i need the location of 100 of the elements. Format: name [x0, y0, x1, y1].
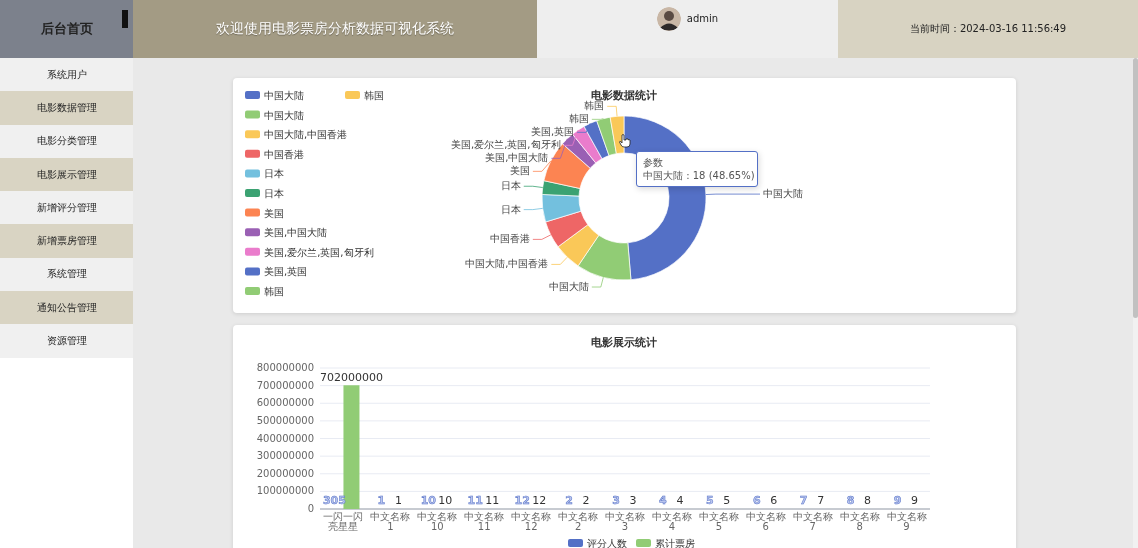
y-tick-label: 100000000 [256, 485, 314, 497]
y-tick-label: 800000000 [256, 362, 314, 373]
donut-slice[interactable] [572, 126, 603, 164]
data-label: 12 [532, 494, 547, 507]
legend-swatch[interactable] [245, 149, 260, 158]
legend-label[interactable]: 中国香港 [264, 148, 304, 160]
slice-label: 中国香港 [489, 233, 530, 245]
slice-label: 日本 [500, 203, 521, 215]
leader-line [591, 276, 604, 288]
x-tick-label: 中文名称10 [417, 511, 458, 532]
legend-label[interactable]: 韩国 [364, 90, 384, 101]
legend-label[interactable]: 韩国 [264, 286, 284, 297]
data-label: 7 [817, 494, 825, 507]
data-label: 11 [485, 494, 500, 507]
donut-slice[interactable] [541, 194, 582, 223]
slice-label: 韩国 [584, 100, 605, 112]
x-tick-label: 中文名称6 [745, 511, 786, 532]
slice-label: 韩国 [568, 113, 589, 125]
legend-swatch[interactable] [245, 189, 260, 197]
legend-label[interactable]: 美国,英国 [264, 266, 308, 278]
brand-title[interactable]: 后台首页 [40, 20, 93, 38]
data-label: 3 [612, 494, 620, 507]
legend-label[interactable]: 中国大陆,中国香港 [264, 129, 348, 141]
legend-label[interactable]: 累计票房 [655, 538, 695, 548]
y-tick-label: 200000000 [256, 467, 314, 479]
legend-swatch[interactable] [245, 247, 260, 256]
y-tick-label: 500000000 [256, 414, 314, 426]
leader-line [523, 185, 544, 188]
sidebar-item[interactable]: 电影数据管理 [0, 91, 133, 125]
slice-label: 日本 [500, 180, 521, 192]
data-label: 6 [770, 494, 778, 507]
slice-label: 美国,爱尔兰,英国,匈牙利 [451, 139, 561, 151]
sidebar-item[interactable]: 系统管理 [0, 257, 133, 292]
data-label: 11 [467, 494, 483, 507]
user-name[interactable]: admin [686, 13, 719, 24]
data-label: 2 [565, 494, 573, 507]
leader-line [591, 118, 604, 120]
sidebar-item[interactable]: 新增票房管理 [0, 224, 133, 258]
data-label: 3 [629, 494, 637, 507]
leader-line [532, 234, 552, 240]
scrollbar[interactable] [1133, 58, 1138, 548]
y-tick-label: 300000000 [256, 450, 314, 462]
data-label: 1 [377, 494, 386, 507]
hand-cursor-icon [619, 134, 630, 147]
slice-label: 中国大陆 [548, 281, 589, 293]
legend-swatch[interactable] [245, 208, 260, 217]
slice-label: 美国 [509, 165, 530, 177]
legend-label[interactable]: 评分人数 [587, 538, 627, 548]
avatar-icon[interactable] [656, 7, 681, 31]
legend-label[interactable]: 美国 [264, 207, 284, 219]
donut-slice[interactable] [609, 115, 625, 154]
data-label: 4 [676, 494, 684, 507]
x-tick-label: 中文名称5 [698, 511, 739, 532]
leader-line [606, 105, 618, 117]
sidebar-item[interactable]: 通知公告管理 [0, 291, 133, 325]
x-tick-label: 中文名称1 [370, 511, 411, 532]
legend-swatch[interactable] [245, 130, 260, 139]
donut-slice[interactable] [541, 180, 581, 197]
x-tick-label: 中文名称2 [558, 511, 599, 532]
x-tick-label: 一闪一闪亮星星 [323, 511, 364, 532]
slice-label: 中国大陆 [763, 188, 803, 200]
sidebar-item[interactable]: 电影展示管理 [0, 157, 133, 192]
legend-swatch[interactable] [245, 91, 260, 99]
legend-swatch[interactable] [245, 287, 260, 295]
sidebar-item[interactable]: 资源管理 [0, 324, 133, 358]
data-label: 9 [911, 494, 919, 507]
y-tick-label: 400000000 [256, 432, 314, 444]
sidebar-item[interactable]: 系统用户 [0, 58, 133, 92]
legend-swatch[interactable] [345, 91, 360, 99]
donut-slice[interactable] [557, 224, 600, 267]
tooltip-text: 中国大陆 : 18 (48.65%) [643, 169, 755, 182]
donut-slice[interactable] [577, 234, 632, 281]
legend-label[interactable]: 日本 [264, 168, 284, 180]
legend-swatch[interactable] [568, 539, 583, 547]
legend-swatch[interactable] [636, 539, 651, 547]
x-tick-label: 中文名称11 [464, 511, 505, 532]
legend-label[interactable]: 中国大陆 [264, 90, 304, 101]
legend-swatch[interactable] [245, 110, 260, 119]
slice-label: 中国大陆,中国香港 [465, 258, 549, 270]
data-label: 2 [582, 494, 590, 507]
sidebar-item[interactable]: 新增评分管理 [0, 191, 133, 225]
legend-swatch[interactable] [245, 228, 260, 237]
legend-label[interactable]: 日本 [264, 188, 284, 199]
legend-swatch[interactable] [245, 267, 260, 276]
sidebar-item[interactable]: 电影分类管理 [0, 124, 133, 158]
legend-label[interactable]: 美国,爱尔兰,英国,匈牙利 [264, 246, 374, 258]
legend-swatch[interactable] [245, 169, 260, 178]
donut-slice[interactable] [596, 116, 617, 156]
system-title: 欢迎使用电影票房分析数据可视化系统 [216, 20, 454, 38]
leader-line [705, 193, 761, 195]
data-label: 1 [394, 494, 402, 507]
legend-label[interactable]: 中国大陆 [264, 109, 304, 121]
donut-slice[interactable] [545, 210, 589, 248]
data-label: 7 [799, 494, 808, 507]
x-tick-label: 中文名称8 [839, 511, 880, 532]
data-label: 5 [706, 494, 714, 507]
data-label: 10 [420, 494, 436, 507]
legend-label[interactable]: 美国,中国大陆 [264, 227, 328, 239]
y-tick-label: 600000000 [256, 397, 314, 409]
data-label: 8 [846, 494, 855, 507]
